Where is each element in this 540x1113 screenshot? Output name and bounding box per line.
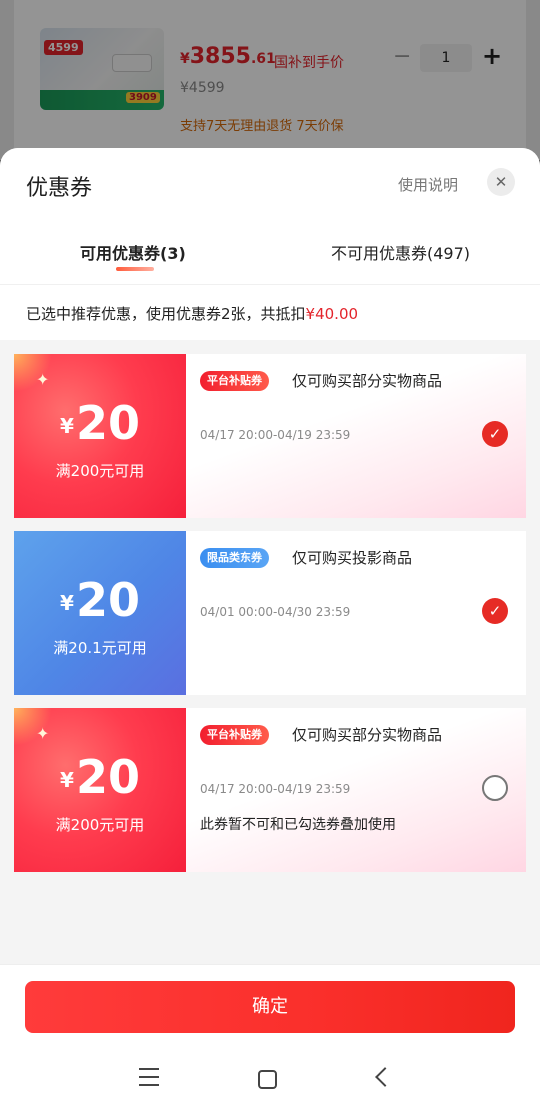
tab-available-coupons[interactable]: 可用优惠券(3) xyxy=(80,240,186,264)
coupon-amount: 20 xyxy=(75,396,140,450)
coupon-currency: ¥ xyxy=(60,768,74,792)
active-tab-indicator xyxy=(116,267,154,271)
coupon-detail-panel: 平台补贴券 仅可购买部分实物商品 04/17 20:00-04/19 23:59… xyxy=(186,354,526,518)
coupon-value: ¥20 xyxy=(14,396,186,450)
summary-text: 已选中推荐优惠，使用优惠券2张，共抵扣 xyxy=(26,305,306,323)
tab-unavailable-coupons[interactable]: 不可用优惠券(497) xyxy=(331,240,470,264)
coupon-scope: 仅可购买部分实物商品 xyxy=(292,726,443,744)
unchecked-radio-icon[interactable] xyxy=(482,775,508,801)
modal-overlay[interactable] xyxy=(0,0,540,170)
coupon-badge: 平台补贴券 xyxy=(200,725,269,745)
coupon-stacking-note: 此券暂不可和已勾选券叠加使用 xyxy=(200,817,396,833)
coupon-validity: 04/17 20:00-04/19 23:59 xyxy=(200,428,351,442)
coupon-condition: 满20.1元可用 xyxy=(53,639,147,657)
coupon-value: ¥20 xyxy=(14,750,186,804)
usage-instructions-link[interactable]: 使用说明 xyxy=(398,174,458,195)
coupon-sheet: 优惠券 使用说明 ✕ 可用优惠券(3) 不可用优惠券(497) 已选中推荐优惠，… xyxy=(0,148,540,1113)
coupon-currency: ¥ xyxy=(60,414,74,438)
coupon-validity: 04/01 00:00-04/30 23:59 xyxy=(200,605,351,619)
recent-apps-icon[interactable] xyxy=(139,1068,159,1086)
coupon-scope: 仅可购买部分实物商品 xyxy=(292,372,443,390)
selection-summary: 已选中推荐优惠，使用优惠券2张，共抵扣¥40.00 xyxy=(26,303,358,324)
coupon-value-panel: ¥20 满20.1元可用 xyxy=(14,531,186,695)
coupon-detail-panel: 平台补贴券 仅可购买部分实物商品 04/17 20:00-04/19 23:59… xyxy=(186,708,526,872)
sheet-title: 优惠券 xyxy=(26,176,93,201)
close-icon[interactable]: ✕ xyxy=(487,168,515,196)
coupon-card[interactable]: ✦ ¥20 满200元可用 平台补贴券 仅可购买部分实物商品 04/17 20:… xyxy=(14,354,526,518)
coupon-currency: ¥ xyxy=(60,591,74,615)
coupon-card[interactable]: ✦ ¥20 满200元可用 平台补贴券 仅可购买部分实物商品 04/17 20:… xyxy=(14,708,526,872)
sheet-footer: 确定 xyxy=(0,964,540,1048)
coupon-condition: 满200元可用 xyxy=(55,816,145,834)
back-icon[interactable] xyxy=(375,1067,395,1087)
coupon-value-panel: ✦ ¥20 满200元可用 xyxy=(14,354,186,518)
coupon-scope: 仅可购买投影商品 xyxy=(292,549,413,567)
check-icon[interactable]: ✓ xyxy=(482,421,508,447)
summary-amount: ¥40.00 xyxy=(305,305,359,323)
coupon-condition: 满200元可用 xyxy=(55,462,145,480)
coupon-badge: 平台补贴券 xyxy=(200,371,269,391)
sparkle-icon: ✦ xyxy=(36,724,50,743)
check-icon[interactable]: ✓ xyxy=(482,598,508,624)
sparkle-icon: ✦ xyxy=(36,370,50,389)
divider xyxy=(0,284,540,285)
coupon-detail-panel: 限品类东券 仅可购买投影商品 04/01 00:00-04/30 23:59 ✓ xyxy=(186,531,526,695)
coupon-amount: 20 xyxy=(75,573,140,627)
coupon-value-panel: ✦ ¥20 满200元可用 xyxy=(14,708,186,872)
coupon-card[interactable]: ¥20 满20.1元可用 限品类东券 仅可购买投影商品 04/01 00:00-… xyxy=(14,531,526,695)
home-icon[interactable] xyxy=(258,1070,277,1089)
coupon-value: ¥20 xyxy=(14,573,186,627)
system-nav-bar xyxy=(0,1048,540,1113)
coupon-validity: 04/17 20:00-04/19 23:59 xyxy=(200,782,351,796)
confirm-button[interactable]: 确定 xyxy=(25,981,515,1033)
sheet-header: 优惠券 使用说明 ✕ 可用优惠券(3) 不可用优惠券(497) 已选中推荐优惠，… xyxy=(0,148,540,340)
coupon-badge: 限品类东券 xyxy=(200,548,269,568)
coupon-amount: 20 xyxy=(75,750,140,804)
